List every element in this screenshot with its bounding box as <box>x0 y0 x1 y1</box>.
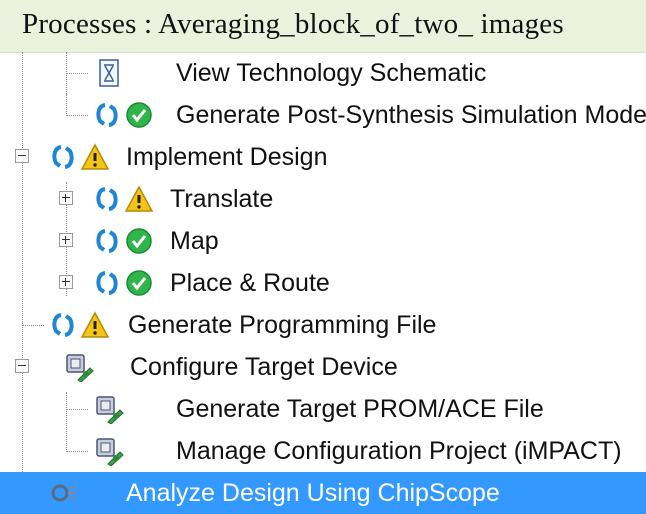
tree-item-label: Place & Route <box>170 269 330 297</box>
tree-item-label: Generate Target PROM/ACE File <box>176 395 544 423</box>
device-config-icon <box>94 436 124 466</box>
schematic-icon <box>94 58 124 88</box>
tree-item-gen-programming-file[interactable]: Generate Programming File <box>0 304 646 346</box>
tree-item-implement-design[interactable]: Implement Design <box>0 136 646 178</box>
tree-item-gen-prom[interactable]: Generate Target PROM/ACE File <box>0 388 646 430</box>
tree-item-label: Generate Post-Synthesis Simulation Model <box>176 101 646 129</box>
rerun-arrows-icon <box>92 268 122 298</box>
panel-title: Processes : Averaging_block_of_two_ imag… <box>22 8 564 40</box>
tree-item-place-route[interactable]: Place & Route <box>0 262 646 304</box>
collapse-toggle[interactable] <box>15 149 29 163</box>
chipscope-icon <box>48 478 78 508</box>
green-check-icon <box>124 226 154 256</box>
device-config-icon <box>64 352 94 382</box>
expand-toggle[interactable] <box>59 191 73 205</box>
device-config-icon <box>94 394 124 424</box>
tree-item-translate[interactable]: Translate <box>0 178 646 220</box>
tree-item-label: Manage Configuration Project (iMPACT) <box>176 437 622 465</box>
tree-item-label: Implement Design <box>126 143 328 171</box>
tree-item-label: Analyze Design Using ChipScope <box>126 479 500 507</box>
expand-toggle[interactable] <box>59 233 73 247</box>
expand-toggle[interactable] <box>59 275 73 289</box>
process-tree: View Technology Schematic Generate Post-… <box>0 52 646 514</box>
warning-triangle-icon <box>80 310 110 340</box>
rerun-arrows-icon <box>92 226 122 256</box>
tree-item-gen-post-synthesis[interactable]: Generate Post-Synthesis Simulation Model <box>0 94 646 136</box>
rerun-arrows-icon <box>48 310 78 340</box>
tree-item-label: View Technology Schematic <box>176 59 487 87</box>
warning-triangle-icon <box>124 184 154 214</box>
tree-item-configure-target[interactable]: Configure Target Device <box>0 346 646 388</box>
rerun-arrows-icon <box>48 142 78 172</box>
rerun-arrows-icon <box>92 184 122 214</box>
tree-item-label: Map <box>170 227 219 255</box>
green-check-icon <box>124 100 154 130</box>
tree-item-map[interactable]: Map <box>0 220 646 262</box>
tree-item-label: Generate Programming File <box>128 311 437 339</box>
tree-item-label: Translate <box>170 185 274 213</box>
tree-item-label: Configure Target Device <box>130 353 398 381</box>
warning-triangle-icon <box>80 142 110 172</box>
rerun-arrows-icon <box>92 100 122 130</box>
tree-item-analyze-chipscope[interactable]: Analyze Design Using ChipScope <box>0 472 646 514</box>
tree-item-view-schematic[interactable]: View Technology Schematic <box>0 52 646 94</box>
tree-item-manage-config[interactable]: Manage Configuration Project (iMPACT) <box>0 430 646 472</box>
green-check-icon <box>124 268 154 298</box>
panel-header: Processes : Averaging_block_of_two_ imag… <box>0 0 646 53</box>
collapse-toggle[interactable] <box>15 359 29 373</box>
